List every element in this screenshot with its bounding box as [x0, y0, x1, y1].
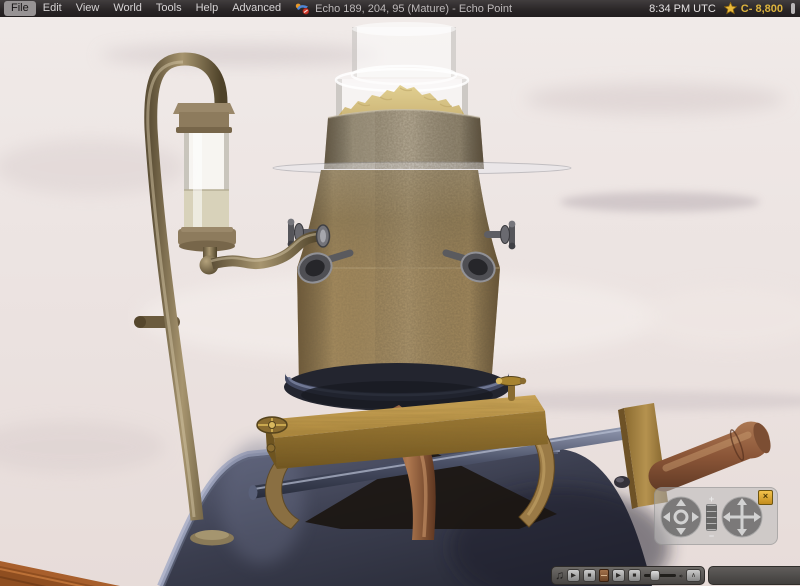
viewer-window: File Edit View World Tools Help Advanced… [0, 0, 800, 586]
menu-bar-edge-handle [791, 3, 795, 14]
zoom-track[interactable] [706, 504, 717, 531]
location-label: Echo 189, 204, 95 (Mature) - Echo Point [315, 3, 512, 15]
music-note-icon: ♫ [555, 569, 564, 582]
floater-close-button[interactable]: × [758, 490, 773, 505]
camera-zoom-slider[interactable]: + − [704, 495, 719, 540]
camera-controls-floater[interactable]: + − × [654, 487, 778, 545]
camera-orbit-pad[interactable] [660, 496, 702, 538]
menu-view[interactable]: View [69, 1, 107, 16]
media-play-button[interactable]: ▶ [612, 569, 625, 582]
menu-tools[interactable]: Tools [149, 1, 189, 16]
parcel-media-icon [599, 569, 609, 582]
currency-star-icon [724, 2, 737, 15]
volume-knob[interactable] [650, 570, 660, 581]
bottom-tray-bar[interactable] [708, 566, 800, 585]
camera-orbit-icon [660, 496, 702, 538]
menu-world[interactable]: World [106, 1, 149, 16]
camera-pan-icon [721, 496, 763, 538]
media-stop-button[interactable]: ■ [628, 569, 641, 582]
music-stop-button[interactable]: ■ [583, 569, 596, 582]
clock-label: 8:34 PM UTC [649, 3, 716, 15]
menu-advanced[interactable]: Advanced [225, 1, 288, 16]
menu-help[interactable]: Help [189, 1, 226, 16]
zoom-out-label[interactable]: − [709, 532, 714, 540]
menu-bar: File Edit View World Tools Help Advanced… [0, 0, 800, 17]
speaker-icon[interactable] [679, 570, 683, 582]
balance-label[interactable]: C- 8,800 [741, 3, 783, 15]
menu-file[interactable]: File [4, 1, 36, 16]
music-play-button[interactable]: ▶ [567, 569, 580, 582]
volume-track[interactable] [644, 574, 676, 577]
zoom-in-label[interactable]: + [709, 495, 714, 503]
media-controls-bar: ♫ ▶ ■ ▶ ■ ∧ [551, 566, 705, 585]
camera-pan-pad[interactable] [721, 496, 763, 538]
media-expand-button[interactable]: ∧ [686, 569, 701, 582]
master-volume-slider[interactable] [644, 569, 676, 582]
menu-edit[interactable]: Edit [36, 1, 69, 16]
region-restriction-icon [295, 2, 310, 15]
